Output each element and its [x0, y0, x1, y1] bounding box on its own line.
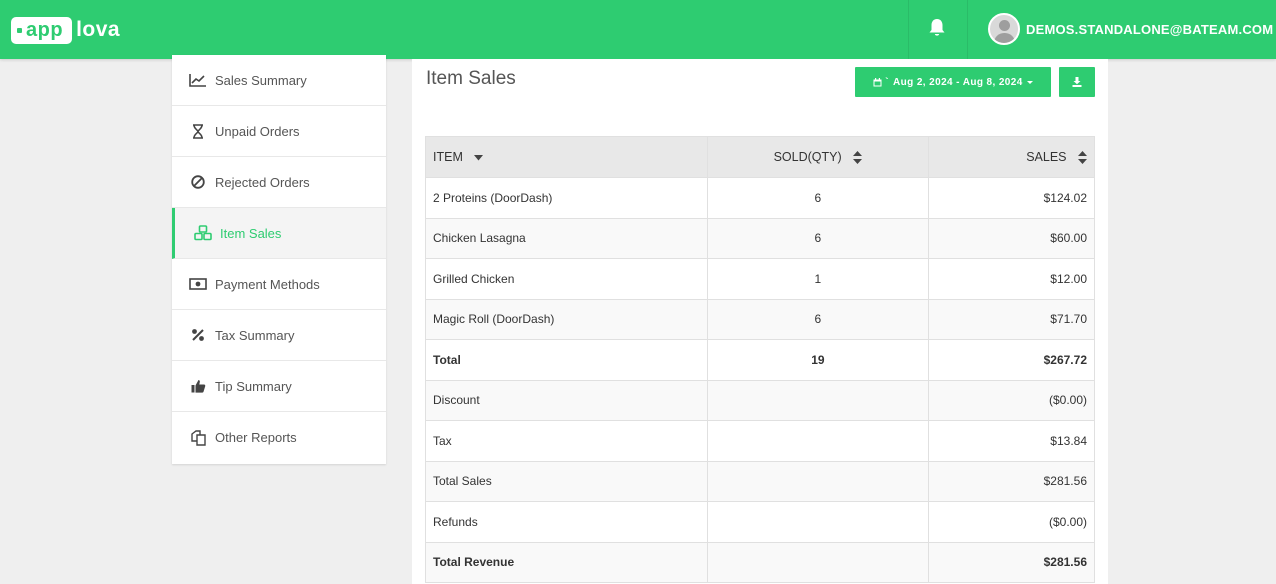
summary-label: Discount [425, 379, 708, 421]
total-revenue-row: Total Revenue $281.56 [425, 541, 1095, 583]
summary-value: ($0.00) [928, 379, 1095, 421]
item-name-cell: Grilled Chicken [425, 258, 708, 300]
table-header-row: ITEM SOLD(QTY) SALES [425, 136, 1095, 178]
table-row: Grilled Chicken 1 $12.00 [425, 258, 1095, 300]
table-row: 2 Proteins (DoorDash) 6 $124.02 [425, 177, 1095, 219]
thumbs-up-icon [189, 377, 207, 395]
calendar-icon [873, 77, 882, 86]
summary-row-refunds: Refunds ($0.00) [425, 501, 1095, 543]
sales-cell: $71.70 [928, 298, 1095, 340]
sidebar-item-label: Payment Methods [215, 276, 320, 292]
user-menu[interactable]: DEMOS.STANDALONE@BATEAM.COM [988, 13, 1276, 45]
sales-cell: $124.02 [928, 177, 1095, 219]
summary-label: Tax [425, 420, 708, 462]
sidebar-item-label: Tax Summary [215, 327, 295, 343]
page-title: Item Sales [426, 68, 516, 89]
avatar [988, 13, 1020, 45]
qty-cell: 6 [706, 298, 930, 340]
navbar-divider [967, 0, 968, 59]
summary-value: $281.56 [928, 460, 1095, 502]
sidebar-item-other-reports[interactable]: Other Reports [172, 412, 386, 463]
column-header-sales[interactable]: SALES [928, 136, 1095, 178]
item-name-cell: 2 Proteins (DoorDash) [425, 177, 708, 219]
sort-desc-icon [474, 154, 484, 161]
download-button[interactable] [1059, 67, 1095, 97]
chevron-down-icon [1026, 80, 1033, 84]
table-row: Chicken Lasagna 6 $60.00 [425, 217, 1095, 259]
sidebar-item-label: Other Reports [215, 430, 297, 445]
total-label: Total [425, 339, 708, 381]
qty-cell: 1 [706, 258, 930, 300]
hourglass-icon [189, 122, 207, 140]
total-revenue-value: $281.56 [928, 541, 1095, 583]
summary-label: Refunds [425, 501, 708, 543]
total-revenue-label: Total Revenue [425, 541, 708, 583]
item-name-cell: Chicken Lasagna [425, 217, 708, 259]
total-sales: $267.72 [928, 339, 1095, 381]
qty-cell: 6 [706, 217, 930, 259]
sidebar-item-sales-summary[interactable]: Sales Summary [172, 55, 386, 106]
summary-row-discount: Discount ($0.00) [425, 379, 1095, 421]
logo-text-app: app [26, 18, 64, 41]
summary-value: ($0.00) [928, 501, 1095, 543]
sort-icon [853, 151, 863, 165]
sidebar-item-label: Rejected Orders [215, 174, 310, 190]
item-sales-panel: Item Sales ` Aug 2, 2024 - Aug 8, 2024 I… [412, 59, 1108, 584]
sidebar-item-tax-summary[interactable]: Tax Summary [172, 310, 386, 361]
logo-text-lova: lova [76, 18, 121, 41]
qty-cell: 6 [706, 177, 930, 219]
sidebar-item-label: Tip Summary [215, 378, 292, 394]
date-range-label: Aug 2, 2024 - Aug 8, 2024 [893, 76, 1023, 88]
navbar-divider [908, 0, 909, 59]
summary-value: $13.84 [928, 420, 1095, 462]
empty-cell [706, 501, 930, 543]
empty-cell [706, 460, 930, 502]
table-row: Magic Roll (DoorDash) 6 $71.70 [425, 298, 1095, 340]
bell-icon[interactable] [928, 18, 946, 38]
user-email: DEMOS.STANDALONE@BATEAM.COM [1026, 21, 1274, 37]
sort-icon [1078, 151, 1087, 165]
summary-row-tax: Tax $13.84 [425, 420, 1095, 462]
date-range-button[interactable]: ` Aug 2, 2024 - Aug 8, 2024 [855, 67, 1051, 97]
money-icon [189, 275, 207, 293]
empty-cell [706, 379, 930, 421]
sales-cell: $60.00 [928, 217, 1095, 259]
line-chart-icon [189, 71, 207, 89]
copy-icon [189, 429, 207, 447]
summary-row-total-sales: Total Sales $281.56 [425, 460, 1095, 502]
percent-icon [189, 326, 207, 344]
applova-logo[interactable]: app lova [11, 16, 120, 44]
sales-cell: $12.00 [928, 258, 1095, 300]
logo-app-badge: app [11, 16, 73, 44]
top-navbar: app lova DEMOS.STANDALONE@BATEAM.COM [0, 0, 1276, 59]
summary-label: Total Sales [425, 460, 708, 502]
total-row: Total 19 $267.72 [425, 339, 1095, 381]
sidebar-item-unpaid-orders[interactable]: Unpaid Orders [172, 106, 386, 157]
sidebar-item-rejected-orders[interactable]: Rejected Orders [172, 157, 386, 208]
logo-dot [17, 27, 22, 33]
sidebar-item-label: Item Sales [220, 225, 282, 241]
cubes-icon [194, 224, 212, 242]
total-qty: 19 [706, 339, 930, 381]
sidebar-item-tip-summary[interactable]: Tip Summary [172, 361, 386, 412]
date-range-prefix: ` [885, 76, 890, 88]
column-header-sold-qty[interactable]: SOLD(QTY) [706, 136, 930, 178]
column-header-item[interactable]: ITEM [425, 136, 708, 178]
sidebar-item-label: Sales Summary [215, 72, 307, 88]
item-sales-table: ITEM SOLD(QTY) SALES 2 Proteins (DoorDas… [425, 136, 1095, 583]
empty-cell [706, 420, 930, 462]
ban-icon [189, 173, 207, 191]
sidebar-item-payment-methods[interactable]: Payment Methods [172, 259, 386, 310]
sidebar-item-label: Unpaid Orders [215, 123, 300, 139]
sidebar-item-item-sales[interactable]: Item Sales [172, 208, 386, 259]
empty-cell [706, 541, 930, 583]
download-icon [1072, 77, 1082, 87]
item-name-cell: Magic Roll (DoorDash) [425, 298, 708, 340]
reports-sidebar: Sales Summary Unpaid Orders Rejected Ord… [172, 55, 386, 464]
